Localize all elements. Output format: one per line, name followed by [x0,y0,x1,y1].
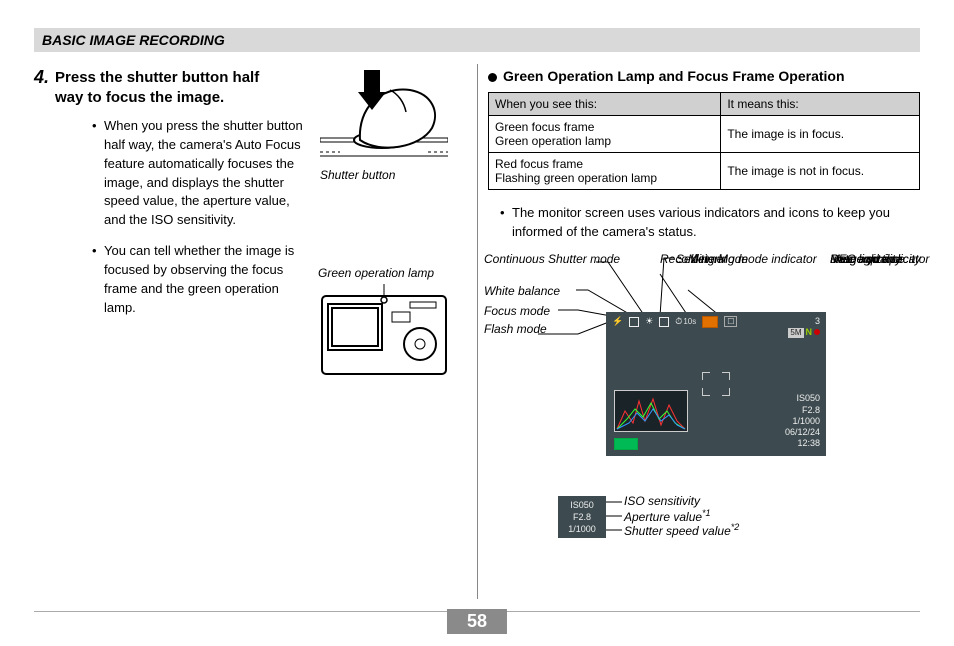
table-cell-text: Green operation lamp [495,134,714,148]
subsection-title-text: Green Operation Lamp and Focus Frame Ope… [503,68,845,84]
focus-table: When you see this: It means this: Green … [488,92,920,190]
battery-icon [614,438,638,450]
note-list: The monitor screen uses various indicato… [500,204,920,242]
self-timer-icon: ⏱10s [675,316,696,327]
camera-back-illustration [320,284,448,376]
column-divider [477,64,478,606]
shutter-readout: 1/1000 [785,416,820,427]
subsection-title: Green Operation Lamp and Focus Frame Ope… [488,68,920,84]
continuous-shutter-icon [659,317,669,327]
focus-frame-icon [702,372,730,396]
bullet-icon [488,73,497,82]
bullet-item: You can tell whether the image is focuse… [92,242,312,317]
label-iso: ISO sensitivity [624,494,700,508]
table-cell-text: The image is in focus. [721,116,920,153]
right-column: Green Operation Lamp and Focus Frame Ope… [488,68,920,554]
page-number: 58 [447,609,507,634]
step-title: Press the shutter button half way to foc… [55,68,275,107]
left-column: 4. Press the shutter button half way to … [34,68,466,554]
note-text: The monitor screen uses various indicato… [500,204,920,242]
iso-readout: IS050 [785,393,820,404]
screen-right-readout: 3 5MN [788,316,820,339]
shutter-illustration [320,68,448,164]
flash-icon: ⚡ [612,316,623,327]
table-cell-text: Flashing green operation lamp [495,171,714,185]
table-cell-text: Red focus frame [495,157,714,171]
metering-icon: ☐ [724,316,737,327]
figure-caption: Green operation lamp [318,266,446,280]
table-cell-text: Green focus frame [495,120,714,134]
figure-caption: Shutter button [320,168,448,182]
step-bullets: When you press the shutter button half w… [92,117,312,317]
section-header: BASIC IMAGE RECORDING [34,28,920,52]
table-header: When you see this: [489,93,721,116]
step-number: 4. [34,68,49,107]
wb-icon: ☀ [645,316,653,327]
recording-mode-icon [702,316,718,328]
label-shutter: Shutter speed value*2 [624,522,739,538]
monitor-diagram: Continuous Shutter mode White balance Fo… [488,252,920,482]
lamp-figure: Green operation lamp [320,266,448,381]
manual-page: BASIC IMAGE RECORDING 4. Press the shutt… [0,0,954,646]
image-size-badge: 5M [788,328,803,338]
table-cell-text: The image is not in focus. [721,153,920,190]
histogram [614,390,688,432]
screen-top-icons: ⚡ ☀ ⏱10s ☐ [612,316,737,328]
image-quality-letter: N [806,327,813,337]
screen-bottom-readout: IS050 F2.8 1/1000 06/12/24 12:38 [785,393,820,449]
rec-light-icon [814,329,820,335]
monitor-screen: ⚡ ☀ ⏱10s ☐ 3 5MN [606,312,826,456]
aperture-readout: F2.8 [785,405,820,416]
timer-text: 10s [683,317,696,326]
shutter-figure: Shutter button [320,68,448,182]
iso-detail: IS050 F2.8 1/1000 ISO sensitivity Apertu… [488,490,920,554]
time-readout: 12:38 [785,438,820,449]
table-header: It means this: [721,93,920,116]
remaining-shots: 3 [788,316,820,327]
bullet-item: When you press the shutter button half w… [92,117,312,230]
table-row: Red focus frameFlashing green operation … [489,153,920,190]
date-readout: 06/12/24 [785,427,820,438]
focus-icon [629,317,639,327]
table-row: Green focus frameGreen operation lamp Th… [489,116,920,153]
